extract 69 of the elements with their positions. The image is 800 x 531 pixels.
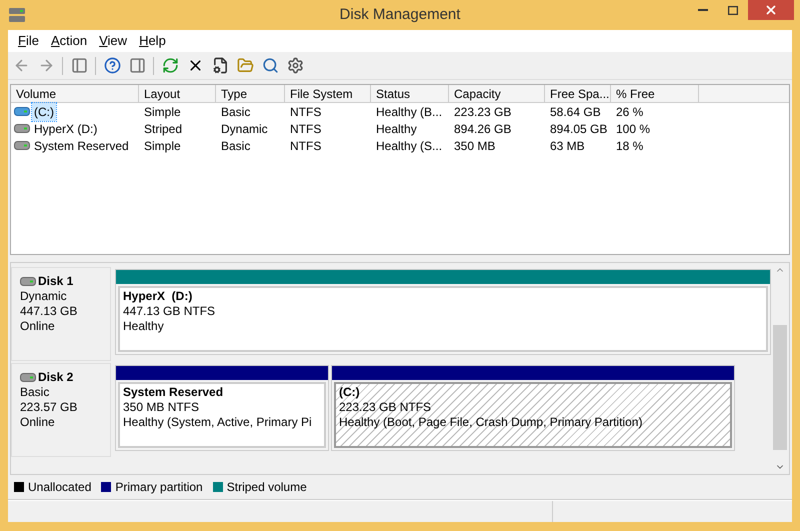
partition-name: System Reserved [123,385,224,400]
partition[interactable]: System Reserved 350 MB NTFS Healthy (System, Active, Primary Pi [115,365,329,451]
disk-status: Online [20,415,56,430]
legend-label: Primary partition [115,479,203,496]
drive-icon [14,107,30,116]
disk-name: Disk 1 [38,274,74,289]
partition-status: Healthy (System, Active, Primary Pi [123,415,313,430]
table-cell-text: 894.05 GB [549,120,608,138]
disk-status: Online [20,319,56,334]
disk-size: 447.13 GB [20,304,78,319]
column-header[interactable]: Volume [11,84,62,102]
menu-item[interactable]: View [95,31,132,51]
partition-size: 447.13 GB NTFS [123,304,216,319]
table-cell-text: 223.23 GB [453,104,512,120]
table-cell-text: Simple [143,138,182,154]
table-cell-text: Dynamic [220,120,269,138]
legend-label: Unallocated [28,479,92,496]
column-header[interactable]: Status [371,84,416,102]
column-header[interactable]: Capacity [449,84,506,102]
disk-management-icon [8,7,26,23]
close-icon [764,3,778,17]
disk-type: Basic [20,385,50,400]
menu-item[interactable]: File [14,31,43,51]
partition-size: 350 MB NTFS [123,400,200,415]
table-cell-text: NTFS [289,120,322,138]
partition-status: Healthy [123,319,165,334]
table-cell-text: Basic [220,104,252,120]
drive-label[interactable]: System Reserved [32,136,131,154]
menu-item[interactable]: Help [135,31,170,51]
table-cell-text: NTFS [289,138,322,154]
table-cell-text: 18 % [615,138,644,154]
scroll-thumb[interactable] [773,325,787,450]
column-header[interactable]: Type [216,84,252,102]
table-cell-text: Striped [143,120,184,138]
disk-type: Dynamic [20,289,68,304]
drive-label[interactable]: (C:) [32,102,56,120]
drive-label[interactable]: HyperX (D:) [32,120,100,138]
table-cell-text: Healthy [375,120,418,138]
table-cell-text: 58.64 GB [549,104,602,120]
disk-name: Disk 2 [38,370,74,385]
legend-label: Striped volume [226,479,307,496]
partition-name: (C:) [339,385,361,400]
partition-size: 223.23 GB NTFS [339,400,432,415]
disk-size: 223.57 GB [20,400,78,415]
window-title: Disk Management [338,4,462,25]
partition-name: HyperX (D:) [123,289,194,304]
drive-icon [14,124,30,133]
column-header[interactable]: File System [285,84,358,102]
drive-icon [14,141,30,150]
drive-icon [20,373,36,382]
table-cell-text: NTFS [289,104,322,120]
column-header[interactable]: Layout [139,84,186,102]
close-button[interactable] [748,0,794,20]
table-cell-text: 26 % [615,104,644,120]
table-cell-text: 894.26 GB [453,120,512,138]
partition[interactable]: HyperX (D:) 447.13 GB NTFS Healthy [115,269,771,355]
table-cell-text: Basic [220,138,252,154]
table-cell-text: Simple [143,104,182,120]
partition[interactable]: (C:) 223.23 GB NTFS Healthy (Boot, Page File, Crash Dump, Primary Partition) [331,365,735,451]
table-cell-text: 63 MB [549,138,586,154]
table-cell-text: 100 % [615,120,652,138]
menu-item[interactable]: Action [46,31,92,51]
minimize-icon [698,9,708,11]
table-cell-text: 350 MB [453,138,496,154]
table-cell-text: Healthy (S... [375,138,444,154]
table-cell-text: Healthy (B... [375,104,444,120]
drive-icon [20,277,36,286]
maximize-icon [728,6,738,14]
partition-status: Healthy (Boot, Page File, Crash Dump, Primary Partition) [339,415,644,430]
